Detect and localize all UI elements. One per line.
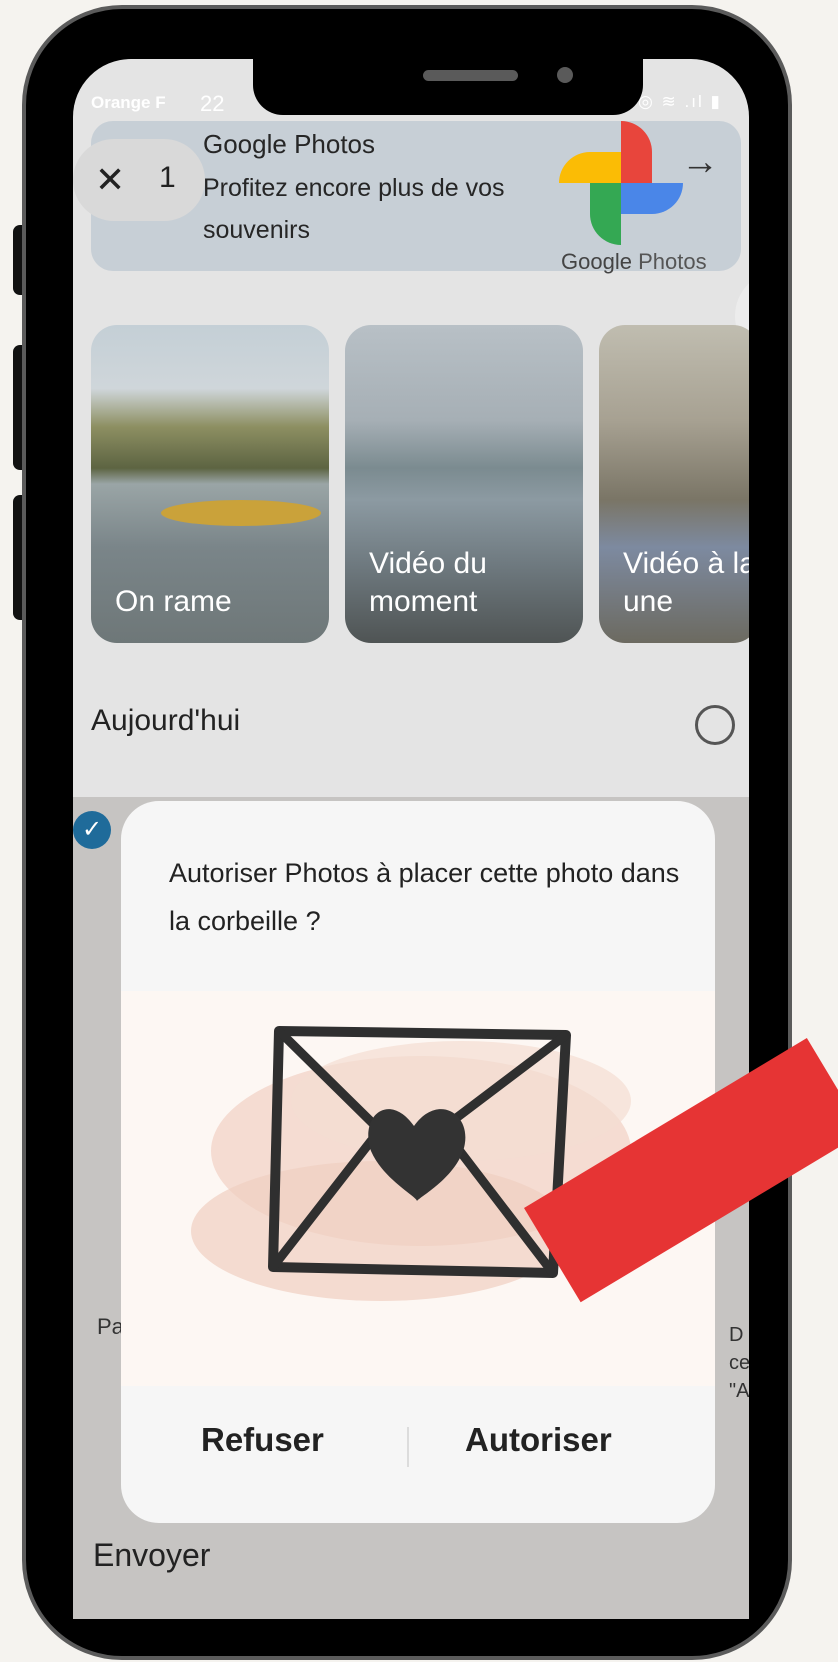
phone-notch: [253, 59, 643, 115]
status-time: 22: [200, 91, 225, 116]
bottom-sheet-right-text: D ce "A: [729, 1324, 749, 1402]
kayak-shape: [161, 500, 321, 526]
selection-pill: ✕ 1: [73, 139, 205, 221]
select-all-radio[interactable]: [695, 705, 735, 745]
memory-card-label: Vidéo du moment: [369, 547, 487, 618]
dialog-actions: Refuser Autoriser: [121, 1393, 715, 1503]
allow-button[interactable]: Autoriser: [465, 1421, 612, 1459]
memory-card[interactable]: On rame: [91, 325, 329, 643]
banner-text: Profitez encore plus de vos souvenirs: [203, 174, 505, 244]
refuse-button[interactable]: Refuser: [201, 1421, 324, 1459]
google-photos-logo-icon: [559, 121, 683, 245]
dialog-title: Autoriser Photos à placer cette photo da…: [169, 858, 680, 936]
memory-card[interactable]: Vidéo du moment: [345, 325, 583, 643]
status-icons: ◎ ≋ .ıl ▮: [638, 92, 722, 111]
phone-frame: Orange F 22 ◎ ≋ .ıl ▮ Google Photos Prof…: [22, 5, 792, 1660]
memory-card-label: Vidéo à la une: [623, 547, 749, 618]
close-icon[interactable]: ✕: [95, 159, 125, 201]
google-photos-caption: Google Photos: [561, 249, 707, 274]
arrow-right-icon[interactable]: →: [681, 141, 719, 184]
status-carrier: Orange F: [91, 93, 166, 112]
memory-card[interactable]: Vidéo à la une: [599, 325, 749, 643]
button-divider: [407, 1427, 409, 1467]
section-title-today: Aujourd'hui: [91, 704, 241, 737]
camera-icon: [557, 67, 573, 83]
selection-count: 1: [159, 161, 176, 194]
phone-screen: Orange F 22 ◎ ≋ .ıl ▮ Google Photos Prof…: [73, 59, 749, 1619]
send-option[interactable]: Envoyer: [93, 1537, 210, 1574]
memory-card-label: On rame: [115, 585, 232, 618]
banner-title: Google Photos: [203, 129, 376, 159]
speaker-grille: [423, 70, 518, 81]
checkmark-icon[interactable]: ✓: [73, 811, 111, 849]
bottom-sheet-left-text: Pa: [97, 1314, 124, 1339]
